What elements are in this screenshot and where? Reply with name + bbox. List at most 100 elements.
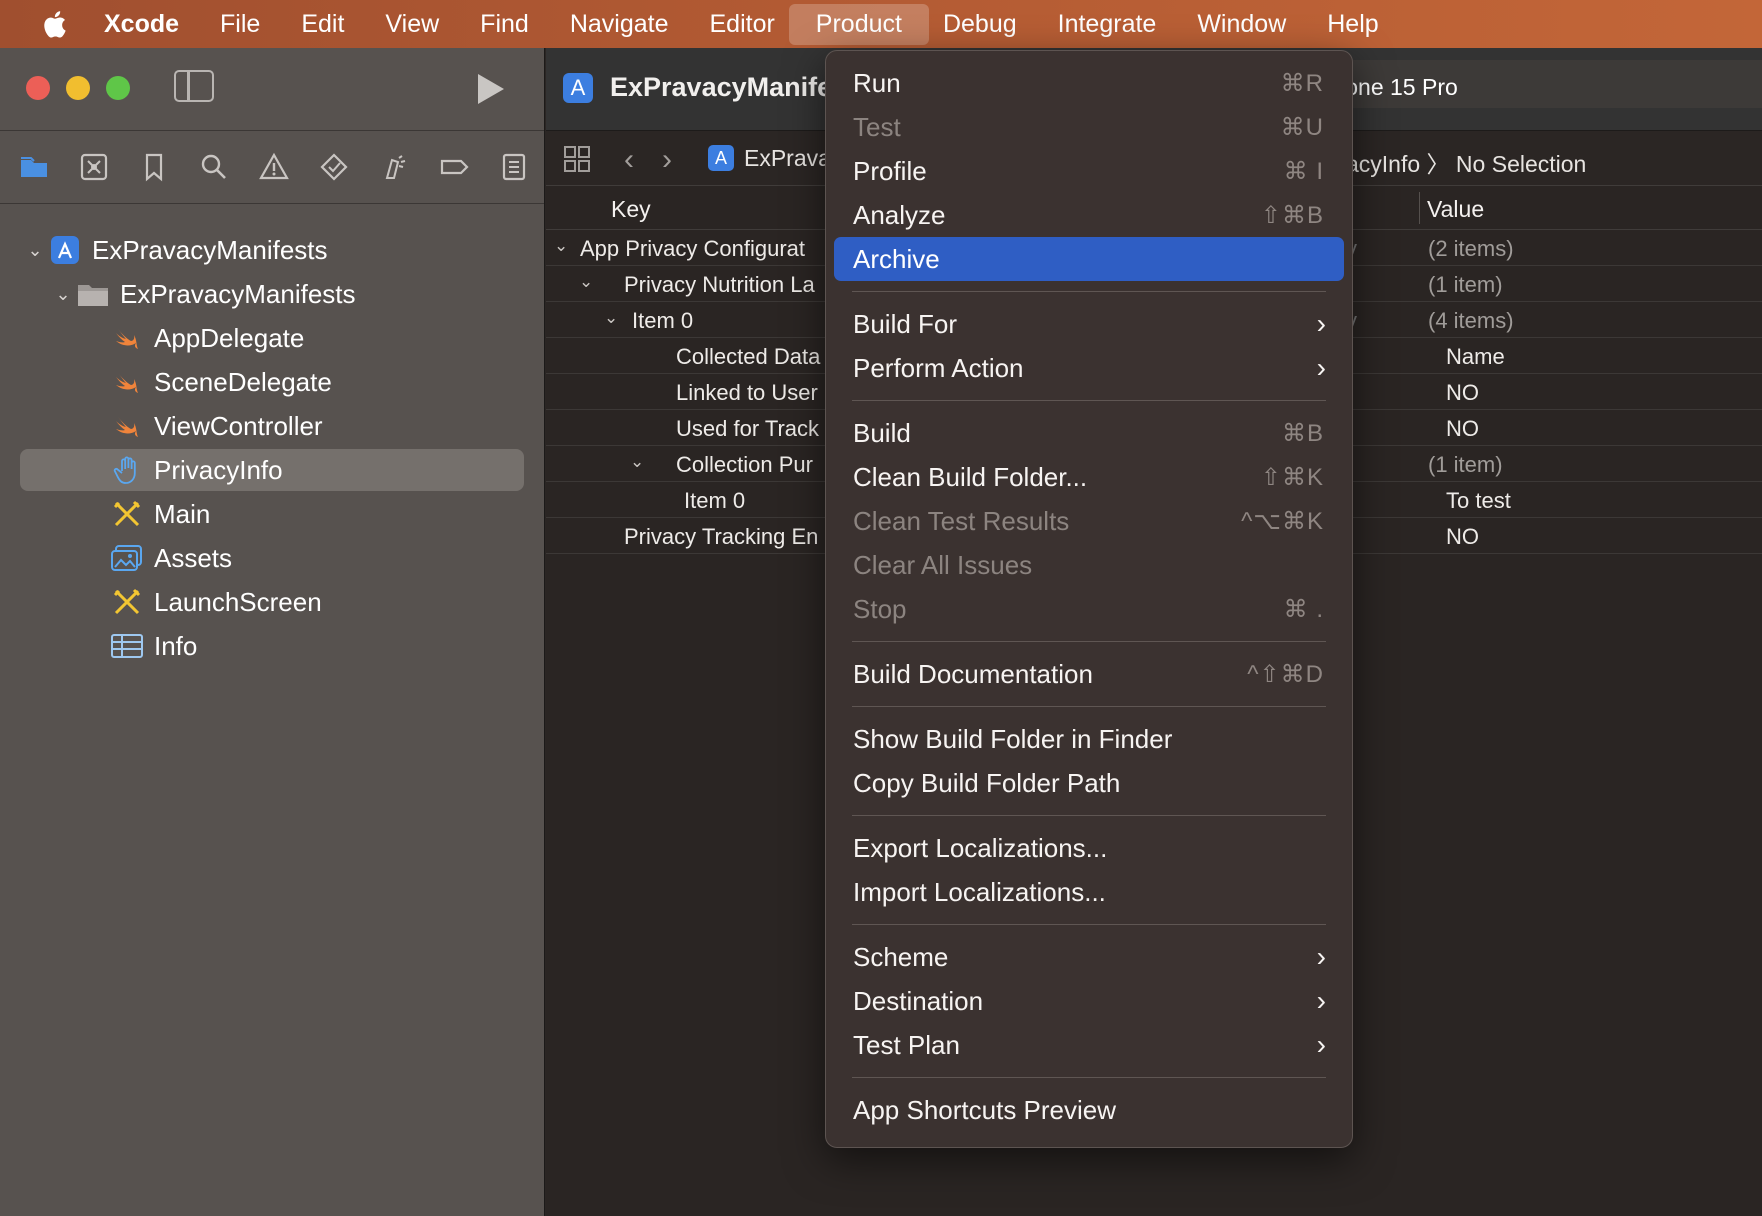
tree-item-group[interactable]: ⌄ ExPravacyManifests (0, 272, 544, 316)
menu-item-label: Scheme (853, 941, 949, 972)
storyboard-icon (110, 587, 144, 617)
chevron-down-icon[interactable]: ⌄ (630, 452, 644, 472)
menu-item-clean-build-folder[interactable]: Clean Build Folder... ⇧⌘K (826, 455, 1352, 499)
plist-value[interactable]: Name (1446, 344, 1505, 370)
menu-xcode[interactable]: Xcode (104, 10, 179, 39)
menu-product[interactable]: Product (788, 3, 929, 45)
menu-item-shortcut: ⇧⌘K (1260, 464, 1324, 491)
menu-find[interactable]: Find (480, 10, 529, 39)
menu-item-label: App Shortcuts Preview (853, 1094, 1117, 1125)
menu-item-test-plan[interactable]: Test Plan › (826, 1023, 1352, 1067)
report-navigator-icon[interactable] (498, 152, 529, 183)
menu-item-label: Profile (853, 155, 927, 186)
chevron-right-icon[interactable]: › (662, 143, 672, 177)
menu-debug[interactable]: Debug (943, 10, 1017, 39)
menu-window[interactable]: Window (1197, 10, 1286, 39)
plist-value[interactable]: NO (1446, 416, 1479, 442)
tree-item-main[interactable]: Main (0, 492, 544, 536)
menu-item-show-build-folder[interactable]: Show Build Folder in Finder (826, 717, 1352, 761)
menu-item-build-documentation[interactable]: Build Documentation ^⇧⌘D (826, 652, 1352, 696)
chevron-right-icon: › (1316, 308, 1326, 339)
find-navigator-icon[interactable] (198, 152, 229, 183)
swift-icon (110, 367, 144, 397)
tree-item-viewcontroller[interactable]: ViewController (0, 404, 544, 448)
menu-item-app-shortcuts-preview[interactable]: App Shortcuts Preview (826, 1088, 1352, 1132)
assets-icon (110, 543, 144, 573)
sidebar-toggle-icon[interactable] (174, 70, 214, 102)
menu-help[interactable]: Help (1327, 10, 1378, 39)
folder-navigator-icon[interactable] (18, 152, 49, 183)
menu-item-label: Show Build Folder in Finder (853, 723, 1173, 754)
chevron-down-icon[interactable]: ⌄ (604, 308, 618, 328)
chevron-down-icon[interactable]: ⌄ (50, 284, 76, 305)
tree-item-project[interactable]: ⌄ ExPravacyManifests (0, 228, 544, 272)
plist-key: Privacy Tracking En (624, 524, 819, 549)
plist-value[interactable]: NO (1446, 524, 1479, 550)
debug-navigator-icon[interactable] (378, 152, 409, 183)
menu-item-profile[interactable]: Profile ⌘ I (826, 149, 1352, 193)
bookmark-navigator-icon[interactable] (138, 152, 169, 183)
menu-item-perform-action[interactable]: Perform Action › (826, 346, 1352, 390)
tree-item-info[interactable]: Info (0, 624, 544, 668)
plist-value: (2 items) (1428, 236, 1514, 261)
breadcrumb-file[interactable]: acyInfo 〉 No Selection (1346, 145, 1586, 179)
chevron-down-icon[interactable]: ⌄ (579, 272, 593, 292)
plist-value[interactable]: To test (1446, 488, 1511, 514)
plist-value: (4 items) (1428, 308, 1514, 333)
menu-item-archive[interactable]: Archive (834, 237, 1344, 281)
plist-value[interactable]: NO (1446, 380, 1479, 406)
menu-item-destination[interactable]: Destination › (826, 979, 1352, 1023)
menu-item-label: Build For (853, 308, 958, 339)
tree-item-scenedelegate[interactable]: SceneDelegate (0, 360, 544, 404)
chevron-right-icon: › (1316, 1029, 1326, 1060)
plist-icon (110, 631, 144, 661)
menu-edit[interactable]: Edit (301, 10, 344, 39)
menu-integrate[interactable]: Integrate (1058, 10, 1157, 39)
menu-item-build-for[interactable]: Build For › (826, 302, 1352, 346)
key-column-header[interactable]: Key (611, 196, 651, 223)
related-items-grid-icon[interactable] (563, 145, 591, 173)
tree-item-assets[interactable]: Assets (0, 536, 544, 580)
source-control-navigator-icon[interactable] (78, 152, 109, 183)
value-column-header[interactable]: Value (1427, 196, 1484, 223)
menu-item-label: Test Plan (853, 1029, 960, 1060)
tree-item-label: ViewController (154, 410, 323, 441)
column-divider[interactable] (1419, 192, 1420, 224)
menu-editor[interactable]: Editor (709, 10, 774, 39)
plist-key: Privacy Nutrition La (624, 272, 815, 297)
zoom-window-button[interactable] (106, 76, 130, 100)
menu-item-scheme[interactable]: Scheme › (826, 935, 1352, 979)
menu-view[interactable]: View (385, 10, 439, 39)
chevron-down-icon[interactable]: ⌄ (554, 236, 568, 256)
plist-key: Used for Track (676, 416, 820, 441)
run-destination-selector[interactable]: iPhone 15 Pro (1296, 60, 1762, 108)
menu-item-label: Clear All Issues (853, 549, 1033, 580)
window-toolbar (0, 48, 544, 130)
menu-item-label: Destination (853, 985, 984, 1016)
menu-navigate[interactable]: Navigate (570, 10, 669, 39)
tree-item-launchscreen[interactable]: LaunchScreen (0, 580, 544, 624)
menu-file[interactable]: File (220, 10, 260, 39)
breadcrumb-project[interactable]: ExPrava (744, 145, 831, 172)
menu-item-import-localizations[interactable]: Import Localizations... (826, 870, 1352, 914)
apple-menu-icon[interactable] (38, 8, 68, 40)
test-navigator-icon[interactable] (318, 152, 349, 183)
chevron-down-icon[interactable]: ⌄ (22, 240, 48, 261)
issue-navigator-icon[interactable] (258, 152, 289, 183)
menu-item-label: Copy Build Folder Path (853, 767, 1121, 798)
minimize-window-button[interactable] (66, 76, 90, 100)
run-play-icon[interactable] (478, 74, 504, 104)
tree-item-privacyinfo[interactable]: PrivacyInfo (0, 448, 544, 492)
swift-icon (110, 323, 144, 353)
close-window-button[interactable] (26, 76, 50, 100)
menu-item-build[interactable]: Build ⌘B (826, 411, 1352, 455)
chevron-left-icon[interactable]: ‹ (624, 143, 634, 177)
tree-item-appdelegate[interactable]: AppDelegate (0, 316, 544, 360)
menu-item-run[interactable]: Run ⌘R (826, 61, 1352, 105)
menu-item-export-localizations[interactable]: Export Localizations... (826, 826, 1352, 870)
menu-item-test: Test ⌘U (826, 105, 1352, 149)
menu-item-label: Analyze (853, 199, 946, 230)
breakpoint-navigator-icon[interactable] (438, 152, 469, 183)
menu-item-copy-build-folder-path[interactable]: Copy Build Folder Path (826, 761, 1352, 805)
menu-item-analyze[interactable]: Analyze ⇧⌘B (826, 193, 1352, 237)
